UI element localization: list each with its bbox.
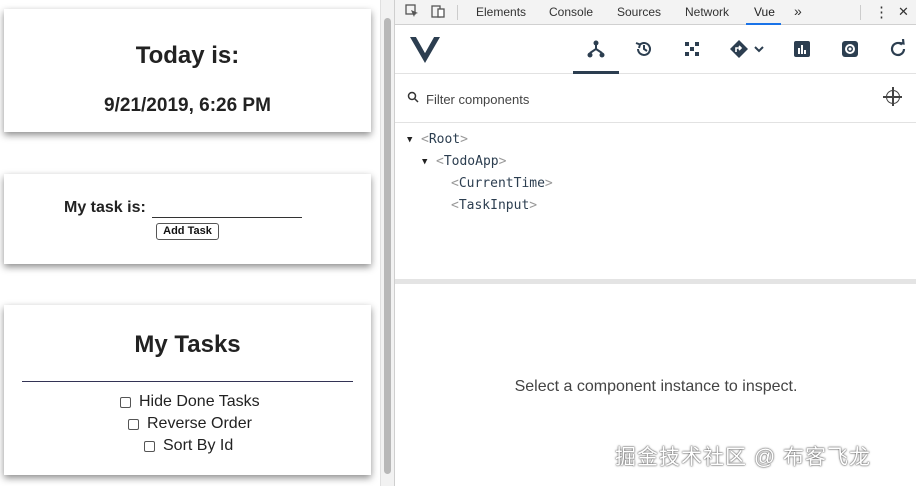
tab-network[interactable]: Network xyxy=(685,5,729,19)
expand-arrow-icon[interactable]: ▼ xyxy=(407,135,421,145)
hide-done-checkbox[interactable] xyxy=(120,396,131,408)
tree-node-taskinput[interactable]: < TaskInput > xyxy=(451,198,537,213)
sort-by-id-option[interactable]: Sort By Id xyxy=(144,437,233,455)
tab-elements[interactable]: Elements xyxy=(476,5,526,19)
tab-separator xyxy=(860,5,861,20)
tab-vue[interactable]: Vue xyxy=(754,5,775,19)
device-toolbar-icon[interactable] xyxy=(430,4,446,20)
tree-node-currenttime[interactable]: < CurrentTime > xyxy=(451,176,553,191)
expand-arrow-icon[interactable]: ▼ xyxy=(422,157,436,167)
add-task-button[interactable]: Add Task xyxy=(156,223,219,240)
filter-components-input[interactable] xyxy=(426,89,846,109)
more-tabs-icon[interactable]: » xyxy=(794,3,802,19)
reverse-order-label: Reverse Order xyxy=(147,415,252,432)
history-icon[interactable] xyxy=(633,39,655,61)
hide-done-label: Hide Done Tasks xyxy=(139,393,260,410)
tree-node-todoapp[interactable]: ▼ < TodoApp > xyxy=(422,154,506,169)
current-time-card: Today is: 9/21/2019, 6:26 PM xyxy=(4,9,371,132)
app-viewport: Today is: 9/21/2019, 6:26 PM My task is:… xyxy=(0,0,380,486)
settings-icon[interactable] xyxy=(839,39,861,61)
task-input-field[interactable] xyxy=(152,199,302,218)
close-icon[interactable]: ✕ xyxy=(898,4,909,20)
sort-by-id-label: Sort By Id xyxy=(163,437,234,454)
components-icon[interactable] xyxy=(585,39,607,61)
tab-console[interactable]: Console xyxy=(549,5,593,19)
active-tab-indicator xyxy=(746,23,781,25)
sort-by-id-checkbox[interactable] xyxy=(144,440,155,452)
task-input-card: My task is: Add Task xyxy=(4,174,371,264)
pane-divider[interactable] xyxy=(395,279,916,284)
vuex-icon[interactable] xyxy=(681,39,703,61)
devtools-tabbar: Elements Console Sources Network Vue » ⋮… xyxy=(395,0,916,25)
search-icon xyxy=(407,91,419,106)
tree-node-label: TaskInput xyxy=(458,198,530,213)
routing-icon[interactable] xyxy=(729,39,769,61)
inspect-element-icon[interactable] xyxy=(404,4,420,20)
inspect-placeholder-message: Select a component instance to inspect. xyxy=(514,378,798,395)
tree-node-label: Root xyxy=(428,132,461,147)
menu-icon[interactable]: ⋮ xyxy=(874,3,889,21)
select-component-target-icon[interactable] xyxy=(883,87,902,106)
performance-icon[interactable] xyxy=(791,39,813,61)
app-scrollbar-thumb[interactable] xyxy=(384,18,391,474)
today-title: Today is: xyxy=(135,42,240,69)
tree-node-label: TodoApp xyxy=(443,154,499,169)
app-scrollbar[interactable] xyxy=(380,0,394,486)
tree-node-root[interactable]: ▼ < Root > xyxy=(407,132,468,147)
task-label: My task is: xyxy=(64,199,146,216)
divider xyxy=(22,381,353,382)
tab-sources[interactable]: Sources xyxy=(617,5,661,19)
hide-done-option[interactable]: Hide Done Tasks xyxy=(120,393,260,411)
filter-bar xyxy=(395,75,916,123)
vue-toolbar xyxy=(395,26,916,74)
active-toolbar-indicator xyxy=(573,71,619,74)
reverse-order-checkbox[interactable] xyxy=(128,418,139,430)
watermark: 掘金技术社区 @ 布客飞龙 xyxy=(615,446,871,469)
vue-logo-icon xyxy=(410,37,440,68)
reverse-order-option[interactable]: Reverse Order xyxy=(128,415,252,433)
my-tasks-card: My Tasks Hide Done Tasks Reverse Order S… xyxy=(4,305,371,475)
tree-node-label: CurrentTime xyxy=(458,176,545,191)
component-tree: ▼ < Root > ▼ < TodoApp > < CurrentTime > < Task… xyxy=(395,124,916,279)
devtools-panel: Elements Console Sources Network Vue » ⋮… xyxy=(394,0,916,486)
my-tasks-title: My Tasks xyxy=(134,331,241,358)
tab-separator xyxy=(457,5,458,20)
refresh-icon[interactable] xyxy=(887,38,909,61)
current-datetime: 9/21/2019, 6:26 PM xyxy=(104,95,271,116)
